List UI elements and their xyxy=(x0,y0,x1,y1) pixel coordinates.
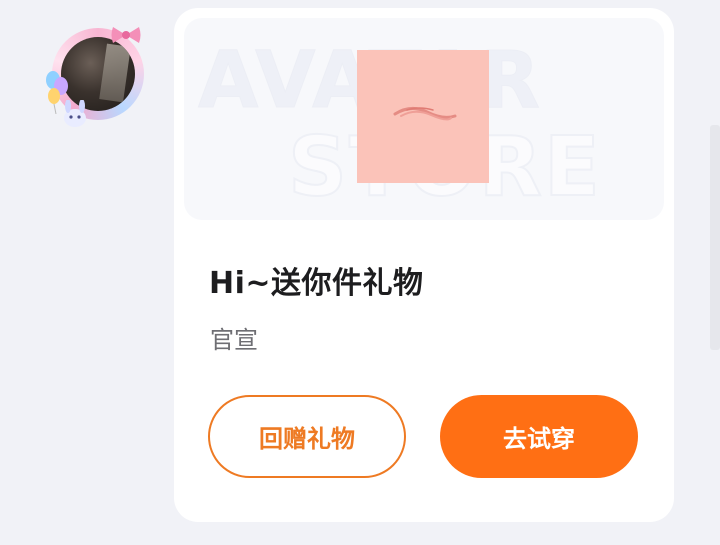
try-on-button[interactable]: 去试穿 xyxy=(440,395,638,478)
screen: AVATAR STORE Hi~送你件礼物 官宣 回赠礼物 去试穿 xyxy=(0,0,720,545)
scrollbar[interactable] xyxy=(710,125,720,350)
mascot-icon xyxy=(64,100,86,127)
gift-item-image xyxy=(357,50,489,183)
card-title: Hi~送你件礼物 xyxy=(209,266,424,301)
bow-icon xyxy=(111,27,141,43)
avatar-store-banner[interactable]: AVATAR STORE xyxy=(184,18,664,220)
gift-card: AVATAR STORE Hi~送你件礼物 官宣 回赠礼物 去试穿 xyxy=(174,8,674,522)
return-gift-button[interactable]: 回赠礼物 xyxy=(208,395,406,478)
card-subtitle: 官宣 xyxy=(210,326,258,354)
brush-stroke-icon xyxy=(393,107,457,121)
avatar[interactable] xyxy=(44,20,152,128)
